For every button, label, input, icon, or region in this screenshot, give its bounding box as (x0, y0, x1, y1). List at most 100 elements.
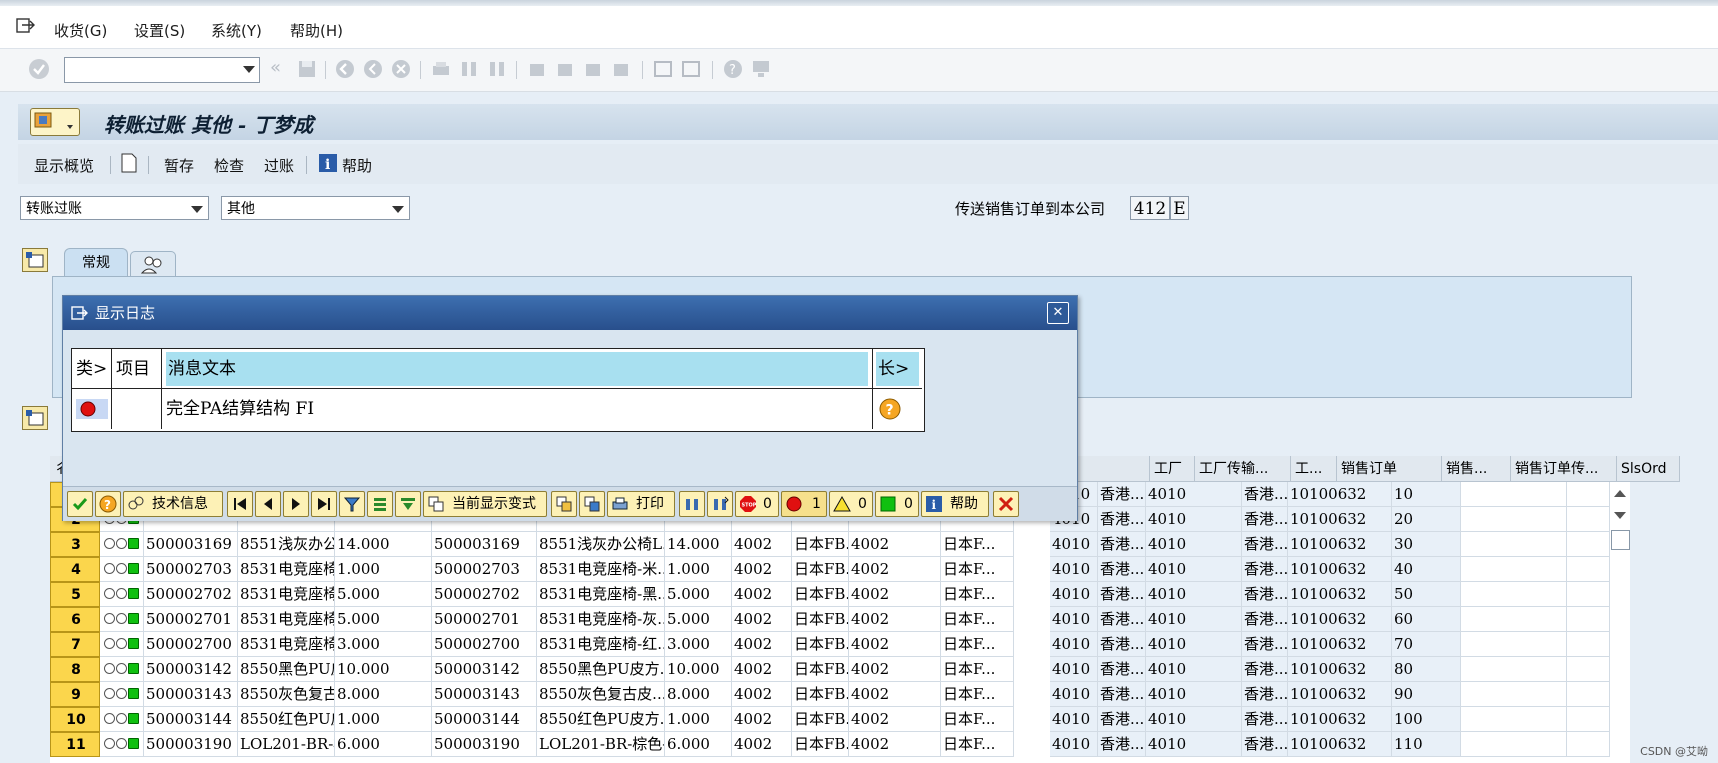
row-number[interactable]: 6 (50, 607, 100, 632)
stop-filter-button[interactable]: STOP 0 (735, 491, 779, 517)
last-page-icon[interactable] (610, 58, 632, 80)
row-number[interactable]: 11 (50, 732, 100, 757)
cancel-dialog-button[interactable] (993, 491, 1019, 517)
menu-settings[interactable]: 设置(S) (134, 20, 185, 41)
header-toggle-icon[interactable] (22, 248, 48, 272)
transaction-dropdown[interactable]: 转账过账 (20, 196, 209, 220)
exit-app-icon[interactable] (362, 58, 384, 80)
grid-header-sales-item[interactable]: 销售... (1442, 456, 1511, 482)
help-button-dialog[interactable]: i 帮助 (921, 491, 989, 517)
new-session-icon[interactable] (652, 58, 674, 80)
find-icon[interactable] (458, 58, 480, 80)
hold-button[interactable]: 暂存 (164, 155, 194, 176)
scroll-thumb[interactable] (1611, 530, 1630, 550)
save-layout-button[interactable] (579, 491, 605, 517)
shortcut-icon[interactable] (680, 58, 702, 80)
table-row[interactable]: 75000027008531电竞座椅-...3.0005000027008531… (50, 632, 1630, 657)
table-row[interactable]: 35000031698551浅灰办公椅...14.000500003169855… (50, 532, 1630, 557)
table-row[interactable]: 45000027038531电竞座椅-...1.0005000027038531… (50, 557, 1630, 582)
print-icon[interactable] (430, 58, 452, 80)
grid-scrollbar[interactable] (1610, 482, 1630, 763)
success-filter-button[interactable]: 0 (875, 491, 919, 517)
find-next-button[interactable] (707, 491, 733, 517)
info-icon[interactable]: i (318, 153, 338, 177)
log-row-message[interactable]: 完全PA结算结构 FI (162, 389, 873, 429)
close-icon[interactable]: ✕ (1047, 302, 1069, 324)
grid-header-slsord[interactable]: SlsOrd (1617, 456, 1680, 482)
error-filter-button[interactable]: 1 (781, 491, 827, 517)
next-entry-button[interactable] (283, 491, 309, 517)
log-header-long[interactable]: 长> (873, 349, 922, 389)
find-next-icon[interactable] (486, 58, 508, 80)
log-header-item[interactable]: 项目 (112, 349, 162, 389)
toolbar-separator (148, 156, 149, 174)
prev-page-icon[interactable] (554, 58, 576, 80)
log-header-message[interactable]: 消息文本 (162, 349, 873, 389)
ok-button[interactable] (67, 491, 93, 517)
row-number[interactable]: 9 (50, 682, 100, 707)
sort-button[interactable] (367, 491, 393, 517)
cell-qty2: 1.000 (665, 557, 732, 582)
row-number[interactable]: 8 (50, 657, 100, 682)
menu-system[interactable]: 系统(Y) (211, 20, 262, 41)
menu-help[interactable]: 帮助(H) (290, 20, 343, 41)
check-button[interactable]: 检查 (214, 155, 244, 176)
layout-icon[interactable] (750, 58, 772, 80)
warning-filter-button[interactable]: 0 (829, 491, 873, 517)
scroll-up-icon[interactable] (1614, 490, 1626, 497)
grid-header-plant-name[interactable]: 工... (1291, 456, 1337, 482)
scroll-down-icon[interactable] (1614, 512, 1626, 519)
grid-header-sales-order-transfer[interactable]: 销售订单传... (1511, 456, 1617, 482)
cell-desc2: 8531电竞座椅-灰... (537, 607, 665, 632)
log-header-type[interactable]: 类> (72, 349, 112, 389)
current-layout-button[interactable]: 当前显示变式 (423, 491, 547, 517)
back-icon[interactable] (334, 58, 356, 80)
row-number[interactable]: 7 (50, 632, 100, 657)
last-entry-button[interactable] (311, 491, 337, 517)
exit-icon[interactable] (16, 16, 36, 34)
prev-entry-button[interactable] (255, 491, 281, 517)
choose-layout-button[interactable] (551, 491, 577, 517)
help-button[interactable]: 帮助 (342, 155, 372, 176)
table-row[interactable]: 85000031428550黑色PU皮...10.000500003142855… (50, 657, 1630, 682)
grid-header-sales-order[interactable]: 销售订单 (1337, 456, 1442, 482)
table-row[interactable]: 95000031438550灰色复古皮...8.0005000031438550… (50, 682, 1630, 707)
help-icon[interactable]: ? (722, 58, 744, 80)
cancel-icon[interactable] (390, 58, 412, 80)
subtotal-button[interactable] (395, 491, 421, 517)
filter-button[interactable] (339, 491, 365, 517)
items-toggle-icon[interactable] (22, 406, 48, 430)
tech-info-button[interactable]: 技术信息 (123, 491, 223, 517)
row-number[interactable]: 3 (50, 532, 100, 557)
menu-receipt[interactable]: 收货(G) (54, 20, 107, 41)
special-stock-field[interactable]: E (1170, 196, 1189, 220)
new-document-icon[interactable] (120, 152, 138, 178)
post-button[interactable]: 过账 (264, 155, 294, 176)
first-page-icon[interactable] (526, 58, 548, 80)
log-row-long-text[interactable]: ? (873, 389, 922, 429)
movement-type-field[interactable]: 412 (1130, 196, 1170, 220)
table-row[interactable]: 65000027018531电竞座椅-...5.0005000027018531… (50, 607, 1630, 632)
confirm-icon[interactable] (28, 58, 50, 80)
command-field[interactable] (64, 57, 260, 83)
back-chevron-icon[interactable]: « (270, 58, 292, 80)
next-page-icon[interactable] (582, 58, 604, 80)
table-row[interactable]: 11500003190LOL201-BR-棕色...6.000500003190… (50, 732, 1630, 757)
title-menu-button[interactable] (30, 108, 80, 136)
table-row[interactable]: 55000027028531电竞座椅-...5.0005000027028531… (50, 582, 1630, 607)
print-button[interactable]: 打印 (607, 491, 675, 517)
grid-header-plant-transfer[interactable]: 工厂传输... (1195, 456, 1291, 482)
overview-button[interactable]: 显示概览 (34, 155, 94, 176)
tab-general[interactable]: 常规 (64, 248, 128, 277)
save-icon[interactable] (296, 58, 318, 80)
tab-partner[interactable] (130, 251, 176, 277)
question-button[interactable]: ? (95, 491, 121, 517)
row-number[interactable]: 4 (50, 557, 100, 582)
find-button[interactable] (679, 491, 705, 517)
row-number[interactable]: 5 (50, 582, 100, 607)
reference-dropdown[interactable]: 其他 (221, 196, 410, 220)
table-row[interactable]: 105000031448550红色PU皮...1.000500003144855… (50, 707, 1630, 732)
grid-header-plant[interactable]: 工厂 (1150, 456, 1195, 482)
first-entry-button[interactable] (227, 491, 253, 517)
row-number[interactable]: 10 (50, 707, 100, 732)
